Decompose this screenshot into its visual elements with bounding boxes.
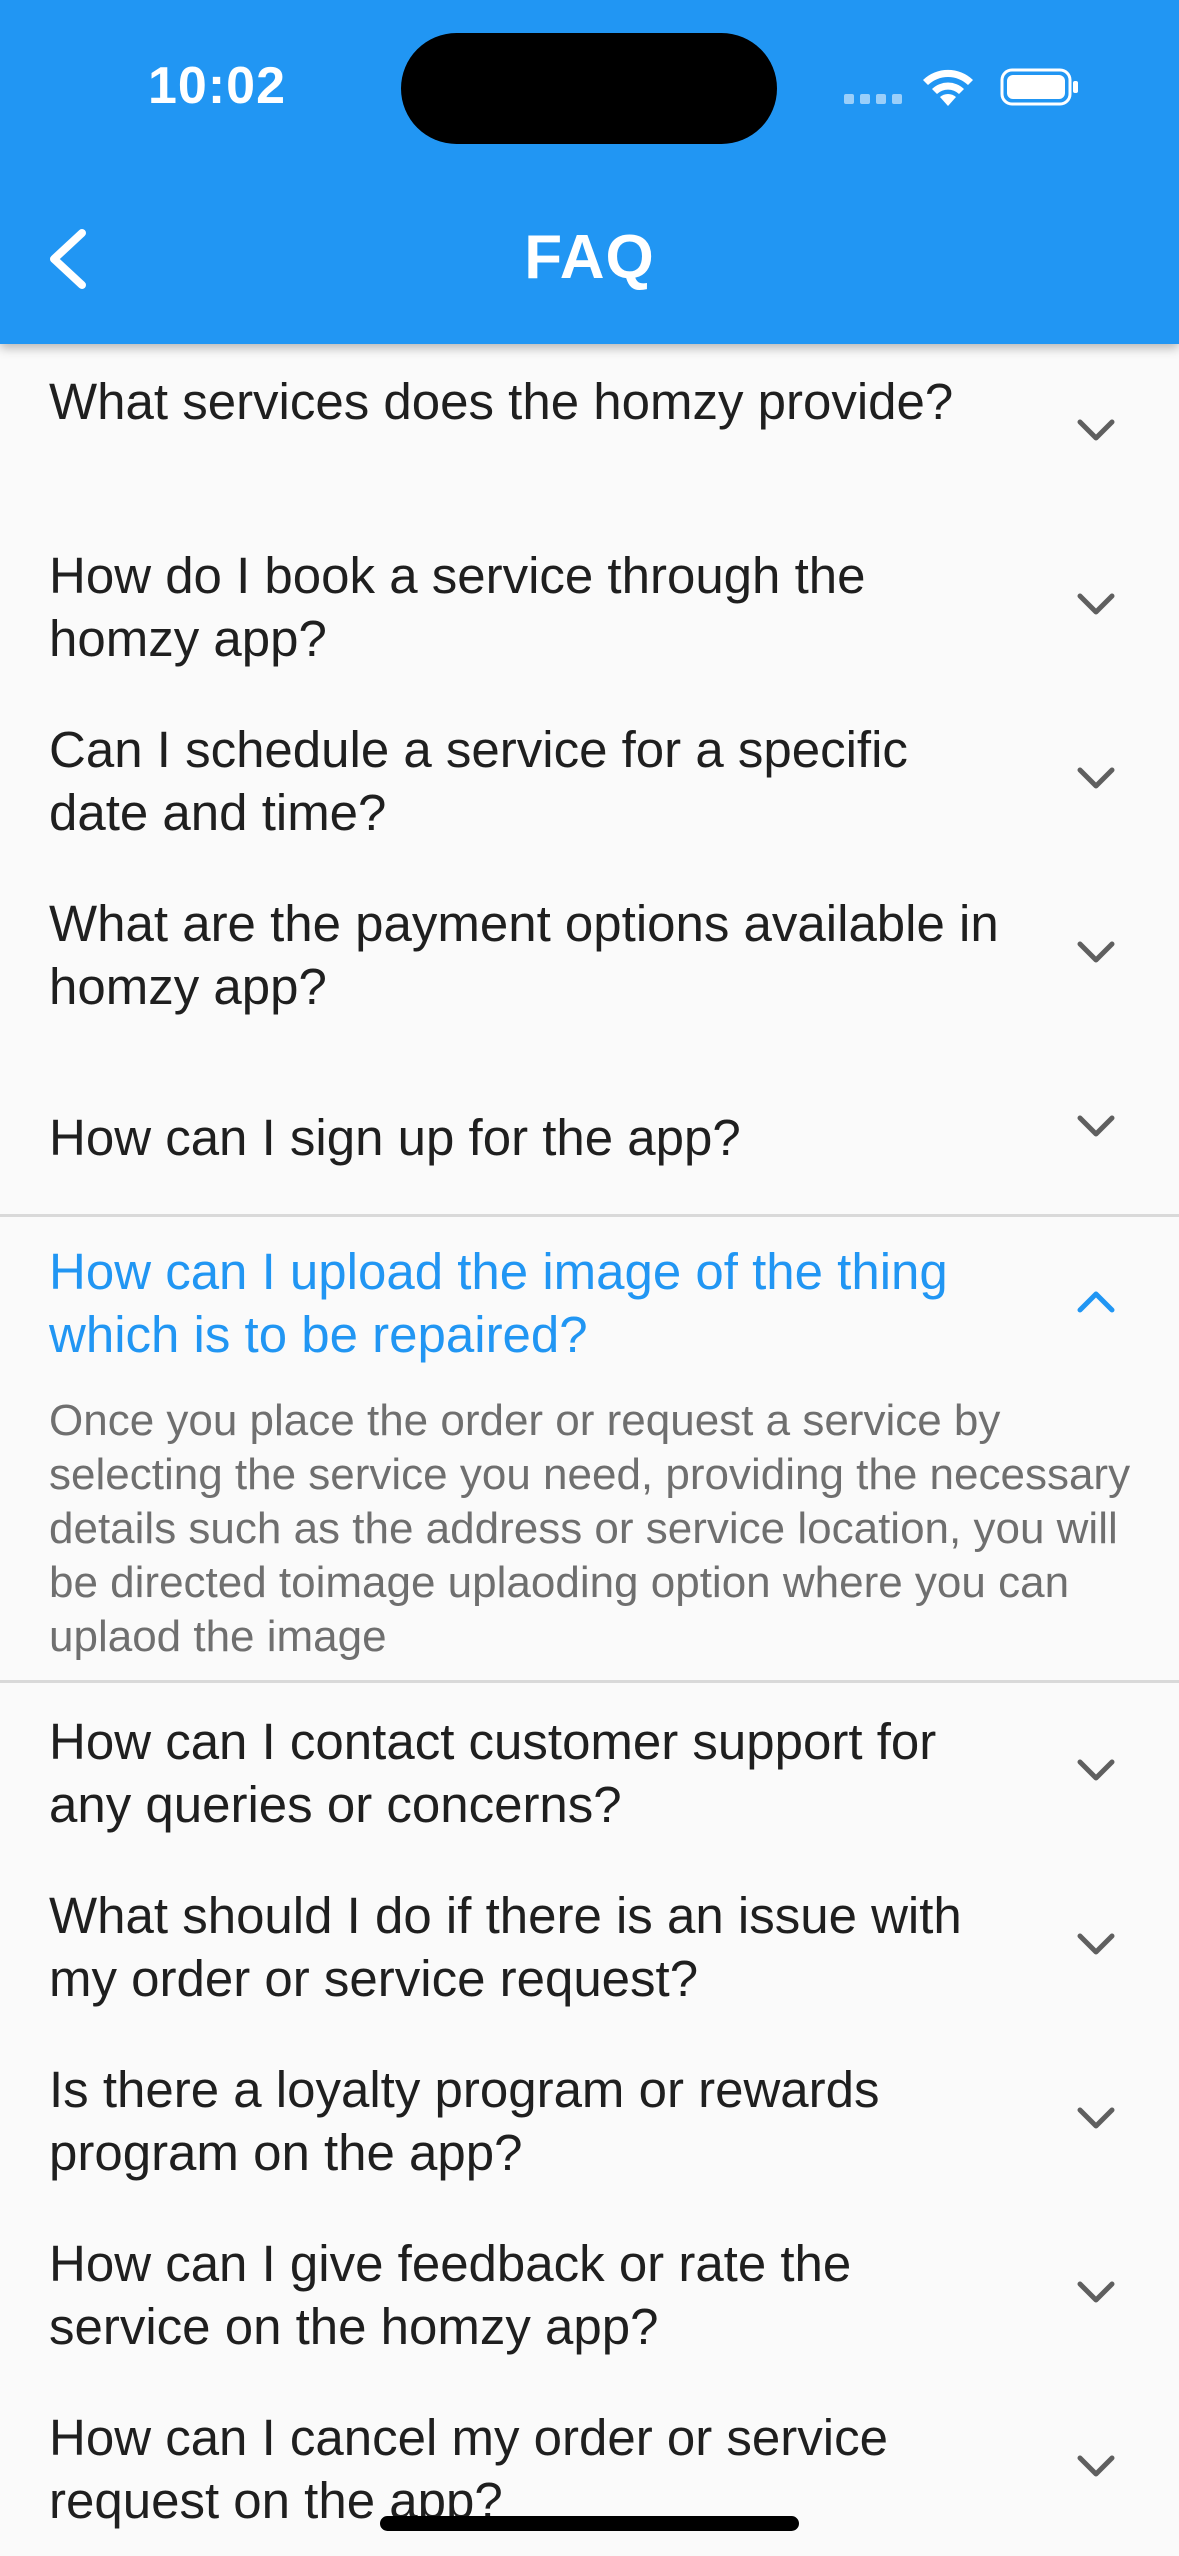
faq-list: What services does the homzy provide? Ho… [0,344,1179,2554]
faq-item[interactable]: How can I contact customer support for a… [0,1684,1179,1858]
chevron-down-icon [1077,1933,1115,1955]
faq-answer: Once you place the order or request a se… [49,1396,1131,1661]
faq-item[interactable]: Can I schedule a service for a specific … [0,692,1179,866]
home-indicator[interactable] [380,2516,799,2531]
faq-question: How can I upload the image of the thing … [49,1243,948,1363]
faq-item[interactable]: How can I sign up for the app? [0,1040,1179,1214]
faq-item[interactable]: What should I do if there is an issue wi… [0,1858,1179,2032]
divider [0,1214,1179,1217]
chevron-down-icon [1077,2455,1115,2477]
faq-question: What services does the homzy provide? [49,373,954,430]
chevron-down-icon [1077,1759,1115,1781]
faq-question: What are the payment options available i… [49,895,999,1015]
faq-item[interactable]: Is there a loyalty program or rewards pr… [0,2032,1179,2206]
chevron-down-icon [1077,767,1115,789]
chevron-down-icon [1077,941,1115,963]
faq-question: Can I schedule a service for a specific … [49,721,908,841]
faq-item[interactable]: How can I give feedback or rate the serv… [0,2206,1179,2380]
app-bar: 10:02 FAQ [0,0,1179,344]
faq-question: How do I book a service through the homz… [49,547,866,667]
chevron-down-icon [1077,593,1115,615]
faq-item[interactable]: How do I book a service through the homz… [0,518,1179,692]
faq-question: How can I contact customer support for a… [49,1713,937,1833]
faq-question: Is there a loyalty program or rewards pr… [49,2061,880,2181]
faq-item[interactable]: What are the payment options available i… [0,866,1179,1040]
chevron-up-icon [1077,1291,1115,1313]
cellular-signal-icon [844,94,902,104]
faq-question: How can I give feedback or rate the serv… [49,2235,852,2355]
dynamic-island [401,33,777,144]
faq-item[interactable]: What services does the homzy provide? [0,344,1179,518]
faq-item-expanded[interactable]: How can I upload the image of the thing … [0,1214,1179,1684]
faq-question: How can I sign up for the app? [49,1109,741,1166]
faq-question: What should I do if there is an issue wi… [49,1887,962,2007]
chevron-down-icon [1077,2281,1115,2303]
chevron-down-icon [1077,1115,1115,1137]
page-title: FAQ [524,223,655,292]
divider [0,1680,1179,1683]
faq-screen: 10:02 FAQ What services does the homzy p… [0,0,1179,2556]
chevron-down-icon [1077,419,1115,441]
chevron-down-icon [1077,2107,1115,2129]
status-time: 10:02 [148,57,286,115]
wifi-icon [923,69,973,106]
faq-question: How can I cancel my order or service req… [49,2409,888,2529]
battery-icon [1000,68,1078,106]
